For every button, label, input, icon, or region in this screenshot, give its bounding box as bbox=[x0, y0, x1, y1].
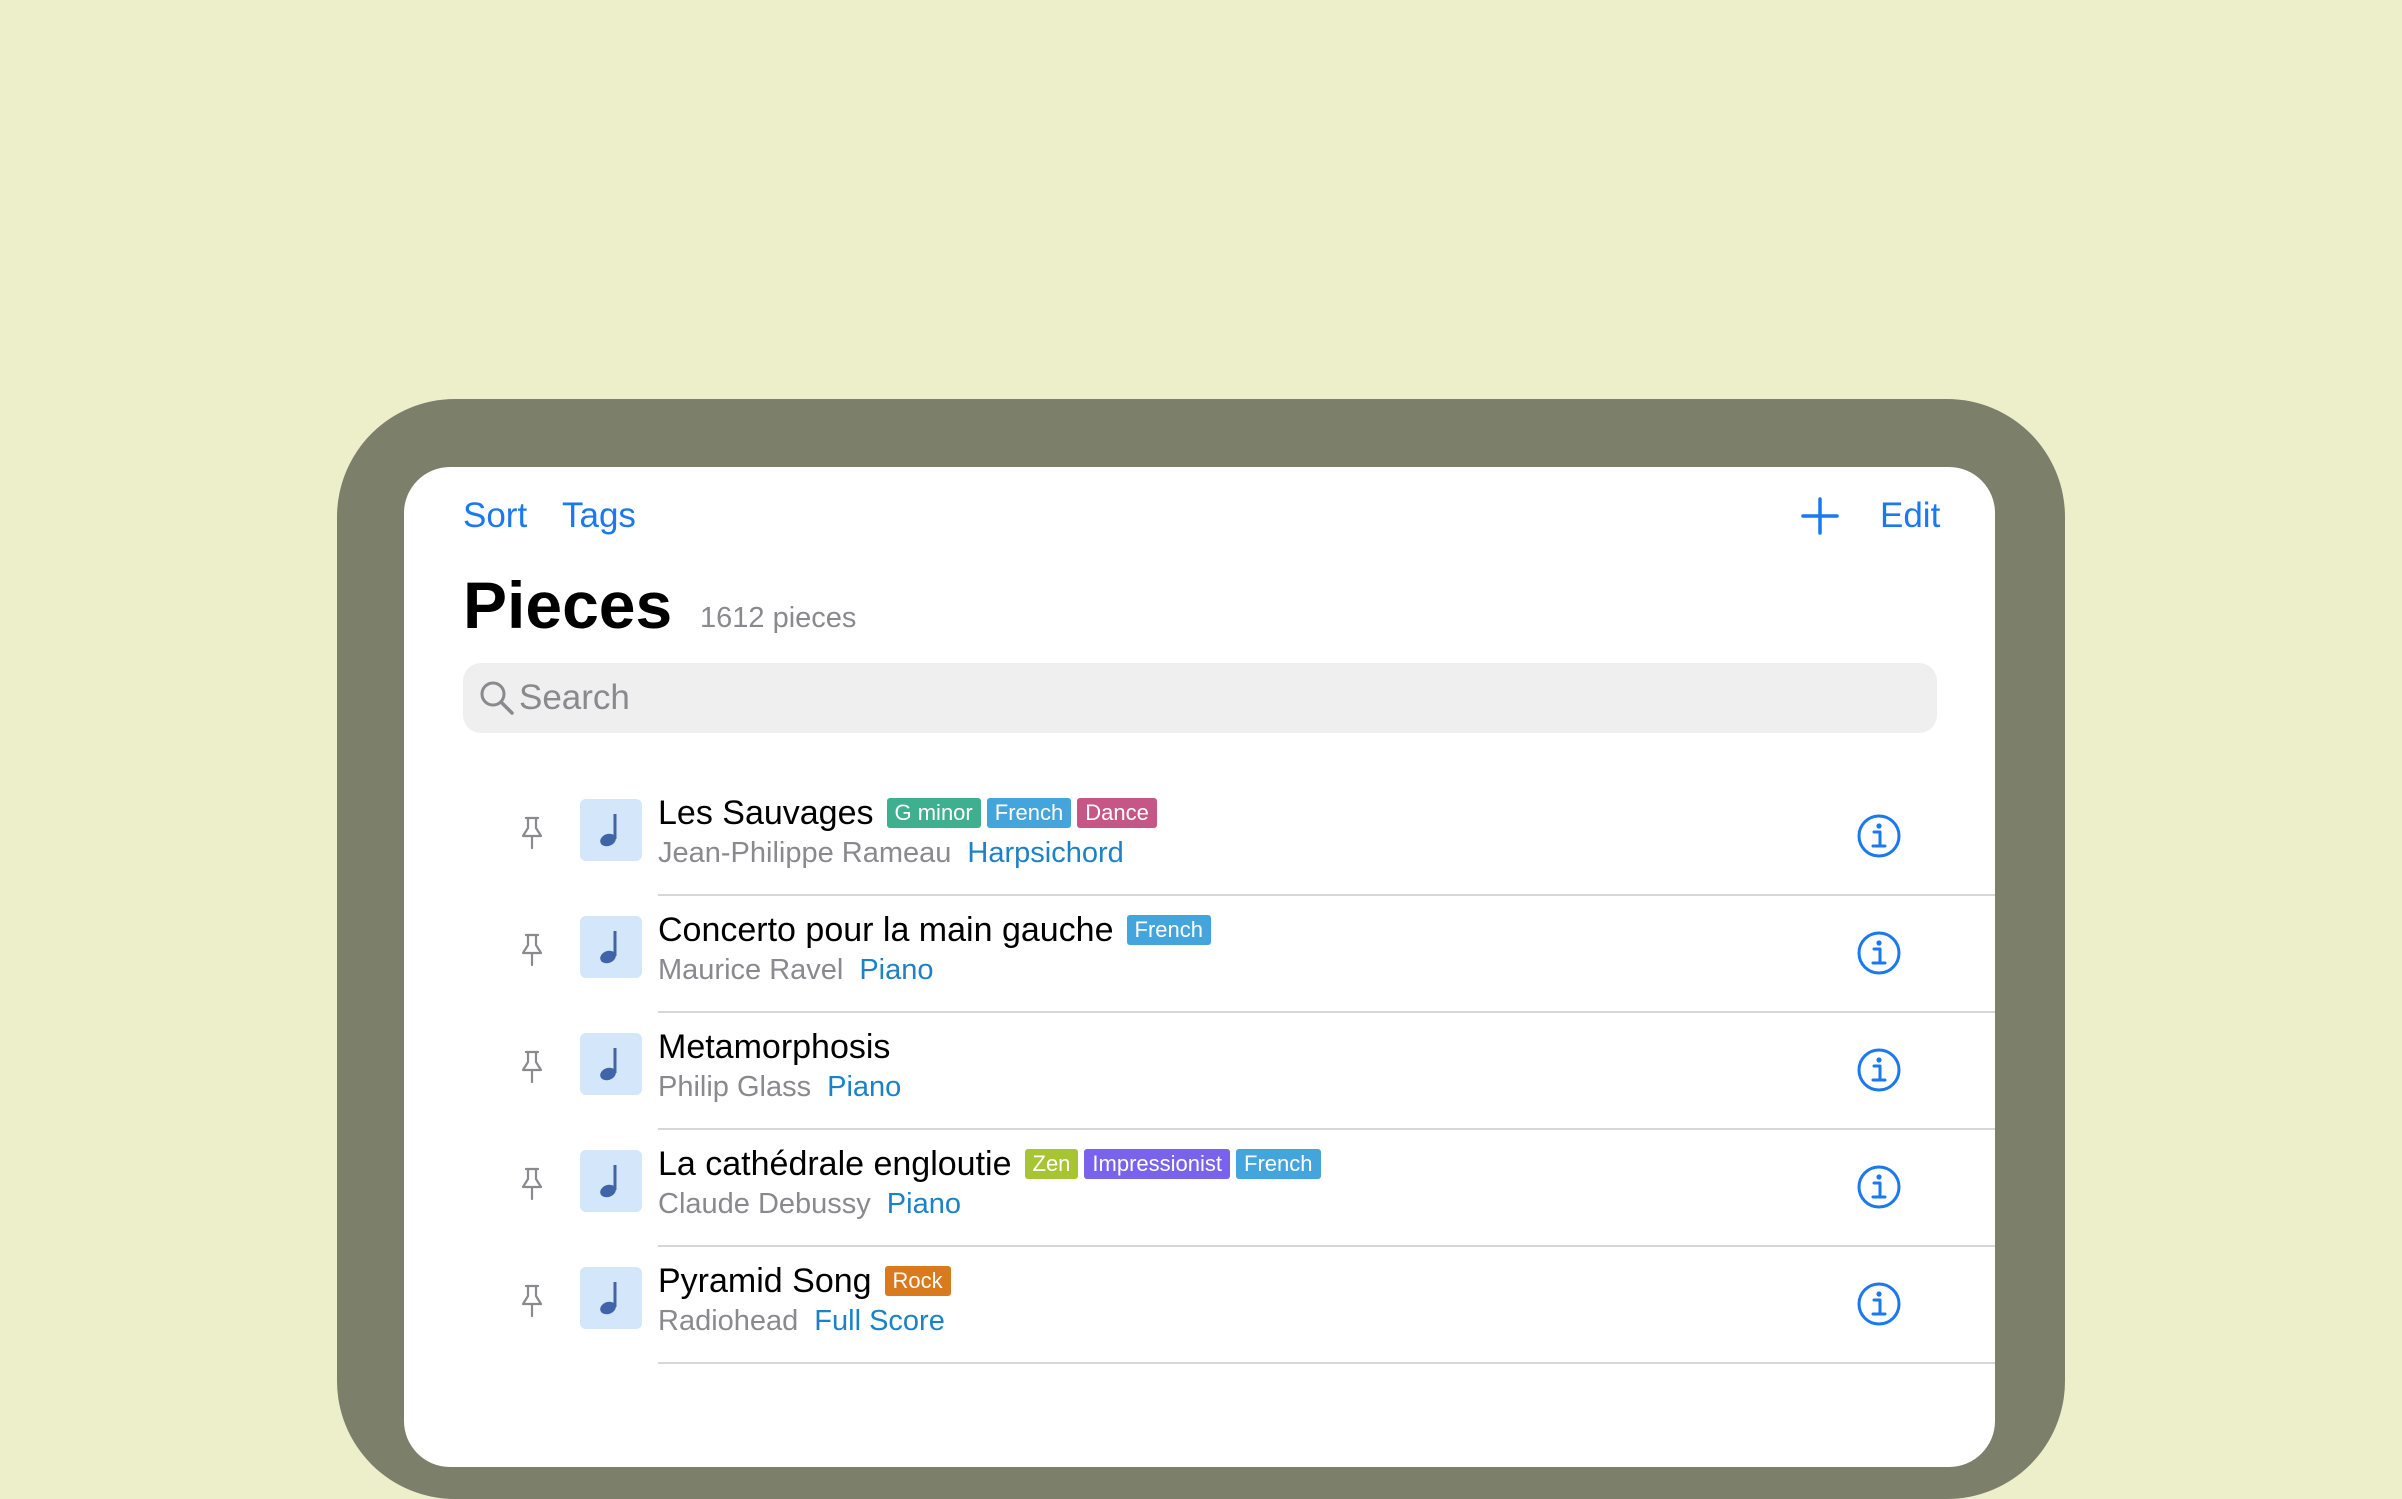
piece-title: Pyramid Song bbox=[658, 1262, 872, 1300]
instrument-name: Full Score bbox=[814, 1305, 945, 1337]
piece-subtitle-line: Maurice Ravel Piano bbox=[658, 953, 934, 987]
piece-title: Les Sauvages bbox=[658, 794, 874, 832]
list-item[interactable]: Les Sauvages G minor French Dance Jean-Phili… bbox=[404, 779, 1995, 896]
piece-subtitle-line: Jean-Philippe Rameau Harpsichord bbox=[658, 836, 1124, 870]
composer-name: Jean-Philippe Rameau bbox=[658, 837, 952, 869]
music-note-icon bbox=[580, 916, 642, 978]
instrument-name: Harpsichord bbox=[967, 837, 1124, 869]
sort-button[interactable]: Sort bbox=[463, 494, 527, 538]
instrument-name: Piano bbox=[827, 1071, 902, 1103]
piece-title-line: Les Sauvages G minor French Dance bbox=[658, 793, 1157, 833]
composer-name: Philip Glass bbox=[658, 1071, 812, 1103]
piece-count: 1612 pieces bbox=[700, 602, 857, 634]
pin-icon[interactable] bbox=[520, 1166, 544, 1202]
info-icon[interactable] bbox=[1856, 1047, 1902, 1093]
tag-badge: Dance bbox=[1077, 798, 1157, 828]
search-input[interactable] bbox=[519, 663, 1899, 733]
info-icon[interactable] bbox=[1856, 813, 1902, 859]
instrument-name: Piano bbox=[886, 1188, 961, 1220]
list-item[interactable]: Metamorphosis Philip Glass Piano bbox=[404, 1013, 1995, 1130]
tag-badge: G minor bbox=[886, 798, 981, 828]
piece-title: Metamorphosis bbox=[658, 1028, 891, 1066]
pin-icon[interactable] bbox=[520, 1283, 544, 1319]
composer-name: Radiohead bbox=[658, 1305, 799, 1337]
piece-title-line: Metamorphosis bbox=[658, 1027, 890, 1067]
piece-subtitle-line: Claude Debussy Piano bbox=[658, 1187, 961, 1221]
row-divider bbox=[658, 1362, 1995, 1364]
edit-button[interactable]: Edit bbox=[1880, 494, 1940, 538]
tags-button[interactable]: Tags bbox=[562, 494, 636, 538]
tag-badge: Impressionist bbox=[1084, 1149, 1231, 1179]
piece-title-line: Pyramid Song Rock bbox=[658, 1261, 951, 1301]
tag-badge: French bbox=[986, 798, 1072, 828]
piece-subtitle-line: Philip Glass Piano bbox=[658, 1070, 901, 1104]
composer-name: Maurice Ravel bbox=[658, 954, 844, 986]
composer-name: Claude Debussy bbox=[658, 1188, 871, 1220]
piece-title-line: Concerto pour la main gauche French bbox=[658, 910, 1211, 950]
info-icon[interactable] bbox=[1856, 930, 1902, 976]
info-icon[interactable] bbox=[1856, 1281, 1902, 1327]
piece-title: Concerto pour la main gauche bbox=[658, 911, 1114, 949]
search-bar[interactable] bbox=[463, 663, 1937, 733]
pieces-list: Les Sauvages G minor French Dance Jean-Phili… bbox=[404, 779, 1995, 1364]
tag-badge: French bbox=[1126, 915, 1211, 945]
list-item[interactable]: Concerto pour la main gauche French Mauric… bbox=[404, 896, 1995, 1013]
tag-badge: Rock bbox=[884, 1266, 951, 1296]
music-note-icon bbox=[580, 799, 642, 861]
pin-icon[interactable] bbox=[520, 932, 544, 968]
search-icon bbox=[479, 680, 515, 716]
music-note-icon bbox=[580, 1033, 642, 1095]
music-note-icon bbox=[580, 1150, 642, 1212]
list-item[interactable]: Pyramid Song Rock Radiohead Full Score bbox=[404, 1247, 1995, 1364]
music-note-icon bbox=[580, 1267, 642, 1329]
tag-badge: French bbox=[1236, 1149, 1321, 1179]
app-screen: Sort Tags Edit Pieces 1612 pieces Les Sa… bbox=[404, 467, 1995, 1467]
piece-subtitle-line: Radiohead Full Score bbox=[658, 1304, 945, 1338]
plus-icon[interactable] bbox=[1800, 493, 1840, 539]
pin-icon[interactable] bbox=[520, 1049, 544, 1085]
instrument-name: Piano bbox=[859, 954, 934, 986]
piece-title: La cathédrale engloutie bbox=[658, 1145, 1012, 1183]
piece-title-line: La cathédrale engloutie Zen Impressionist F… bbox=[658, 1144, 1321, 1184]
tag-badge: Zen bbox=[1024, 1149, 1079, 1179]
page-title: Pieces bbox=[463, 568, 673, 642]
info-icon[interactable] bbox=[1856, 1164, 1902, 1210]
list-item[interactable]: La cathédrale engloutie Zen Impressionist F… bbox=[404, 1130, 1995, 1247]
pin-icon[interactable] bbox=[520, 815, 544, 851]
